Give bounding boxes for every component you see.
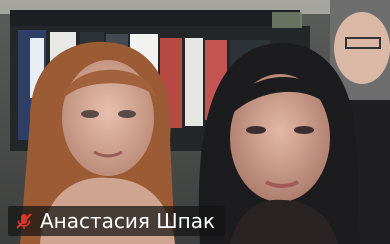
participant-name-label: Анастасия Шпак xyxy=(8,206,226,236)
mic-muted-icon xyxy=(14,211,34,231)
participant-video-tile[interactable]: Анастасия Шпак xyxy=(0,0,390,244)
participant-name: Анастасия Шпак xyxy=(40,209,216,233)
